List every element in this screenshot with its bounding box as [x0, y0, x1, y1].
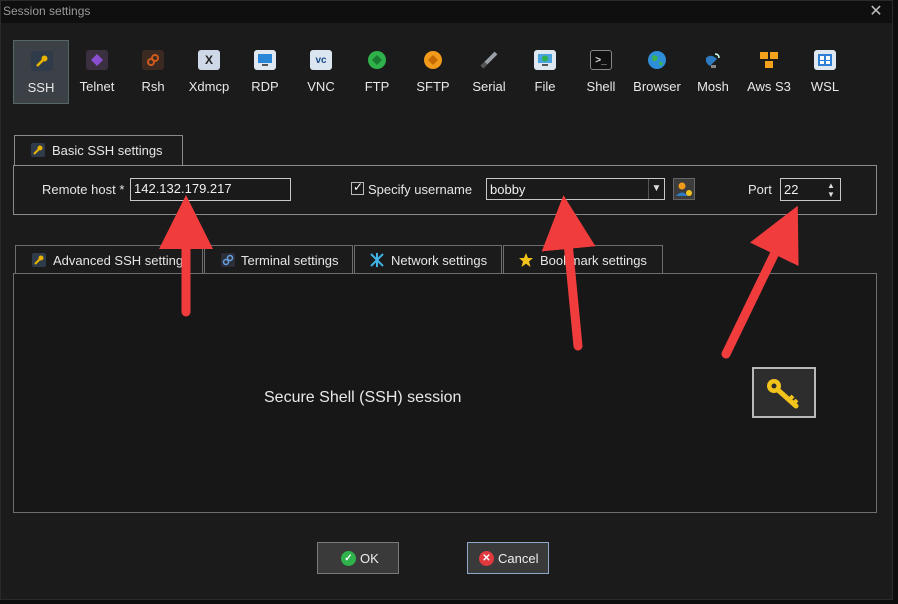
- session-type-rsh[interactable]: Rsh: [125, 40, 181, 104]
- cancel-icon: ✕: [479, 551, 494, 566]
- sftp-icon: [422, 50, 444, 70]
- shell-icon: >_: [590, 50, 612, 70]
- session-type-rdp[interactable]: RDP: [237, 40, 293, 104]
- session-type-label: SFTP: [416, 79, 450, 94]
- session-type-label: Serial: [472, 79, 506, 94]
- port-label: Port: [748, 182, 772, 197]
- session-type-file[interactable]: File: [517, 40, 573, 104]
- session-type-label: File: [534, 79, 556, 94]
- session-type-label: Telnet: [79, 79, 115, 94]
- username-combo[interactable]: bobby ▼: [486, 178, 665, 200]
- spin-down-icon[interactable]: ▼: [825, 190, 837, 199]
- session-type-xdmcp[interactable]: X Xdmcp: [181, 40, 237, 104]
- close-icon[interactable]: ✕: [866, 2, 886, 22]
- satellite-dish-icon: [702, 50, 724, 70]
- title-bar: Session settings ✕: [1, 1, 892, 23]
- session-type-sftp[interactable]: SFTP: [405, 40, 461, 104]
- session-settings-window: Session settings ✕ SSH Telnet Rsh X Xdmc…: [0, 0, 893, 600]
- wsl-icon: [814, 50, 836, 70]
- terminal-icon: [221, 253, 235, 267]
- user-gear-icon: [676, 182, 692, 196]
- session-type-label: Shell: [586, 79, 616, 94]
- tab-bookmark-settings[interactable]: Bookmark settings: [503, 245, 663, 274]
- session-type-label: Mosh: [697, 79, 729, 94]
- wrench-icon: [32, 253, 46, 267]
- session-type-vnc[interactable]: vc VNC: [293, 40, 349, 104]
- tab-label: Bookmark settings: [540, 253, 647, 268]
- window-title: Session settings: [3, 4, 91, 18]
- check-icon: ✓: [341, 551, 356, 566]
- session-type-browser[interactable]: Browser: [629, 40, 685, 104]
- session-type-label: Aws S3: [747, 79, 791, 94]
- serial-icon: [478, 50, 500, 70]
- remote-host-label: Remote host *: [42, 182, 125, 197]
- tab-panel: Secure Shell (SSH) session: [13, 273, 877, 513]
- ok-label: OK: [360, 551, 379, 566]
- wrench-icon: [31, 51, 53, 71]
- session-type-label: FTP: [364, 79, 390, 94]
- rsh-icon: [142, 50, 164, 70]
- session-type-mosh[interactable]: Mosh: [685, 40, 741, 104]
- key-icon: [767, 379, 799, 409]
- cancel-button[interactable]: ✕ Cancel: [467, 542, 549, 574]
- cancel-label: Cancel: [498, 551, 539, 566]
- session-type-wsl[interactable]: WSL: [797, 40, 853, 104]
- wrench-icon: [31, 143, 45, 157]
- globe-icon: [646, 50, 668, 70]
- port-value: 22: [784, 182, 799, 197]
- session-description: Secure Shell (SSH) session: [264, 389, 462, 406]
- session-type-serial[interactable]: Serial: [461, 40, 517, 104]
- session-type-aws-s3[interactable]: Aws S3: [741, 40, 797, 104]
- specify-username-label: Specify username: [368, 182, 473, 197]
- port-spinner[interactable]: 22 ▲ ▼: [780, 178, 841, 201]
- username-value: bobby: [490, 182, 526, 197]
- chevron-down-icon[interactable]: ▼: [648, 179, 664, 199]
- session-type-label: WSL: [810, 79, 840, 94]
- xdmcp-icon: X: [198, 50, 220, 70]
- user-manager-button[interactable]: [673, 178, 695, 200]
- ok-button[interactable]: ✓ OK: [317, 542, 399, 574]
- telnet-icon: [86, 50, 108, 70]
- session-type-ssh[interactable]: SSH: [13, 40, 69, 104]
- key-icon-box: [752, 367, 816, 418]
- tab-terminal-settings[interactable]: Terminal settings: [204, 245, 353, 274]
- specify-username-checkbox[interactable]: ✓: [351, 180, 364, 195]
- session-type-label: Browser: [633, 79, 681, 94]
- aws-icon: [758, 50, 780, 70]
- tab-label: Advanced SSH settings: [53, 253, 190, 268]
- session-type-label: Xdmcp: [188, 79, 230, 94]
- tab-label: Terminal settings: [241, 253, 339, 268]
- file-icon: [534, 50, 556, 70]
- session-type-label: RDP: [251, 79, 279, 94]
- rdp-icon: [254, 50, 276, 70]
- session-type-telnet[interactable]: Telnet: [69, 40, 125, 104]
- session-type-label: SSH: [27, 80, 55, 95]
- vnc-icon: vc: [310, 50, 332, 70]
- star-icon: [518, 252, 533, 267]
- session-type-ftp[interactable]: FTP: [349, 40, 405, 104]
- tab-label: Network settings: [391, 253, 488, 268]
- session-type-label: Rsh: [141, 79, 165, 94]
- tab-network-settings[interactable]: Network settings: [354, 245, 502, 274]
- ftp-icon: [366, 50, 388, 70]
- basic-settings-panel: Remote host * 142.132.179.217 ✓ Specify …: [13, 165, 877, 215]
- tab-basic-ssh-settings[interactable]: Basic SSH settings: [14, 135, 183, 165]
- session-type-shell[interactable]: >_ Shell: [573, 40, 629, 104]
- network-icon: [369, 252, 384, 267]
- dialog-content: SSH Telnet Rsh X Xdmcp RDP vc VNC FTP SF…: [1, 23, 892, 599]
- tab-advanced-ssh-settings[interactable]: Advanced SSH settings: [15, 245, 203, 274]
- remote-host-input[interactable]: 142.132.179.217: [130, 178, 291, 201]
- session-type-label: VNC: [307, 79, 335, 94]
- tab-label: Basic SSH settings: [52, 143, 163, 158]
- spin-up-icon[interactable]: ▲: [825, 181, 837, 190]
